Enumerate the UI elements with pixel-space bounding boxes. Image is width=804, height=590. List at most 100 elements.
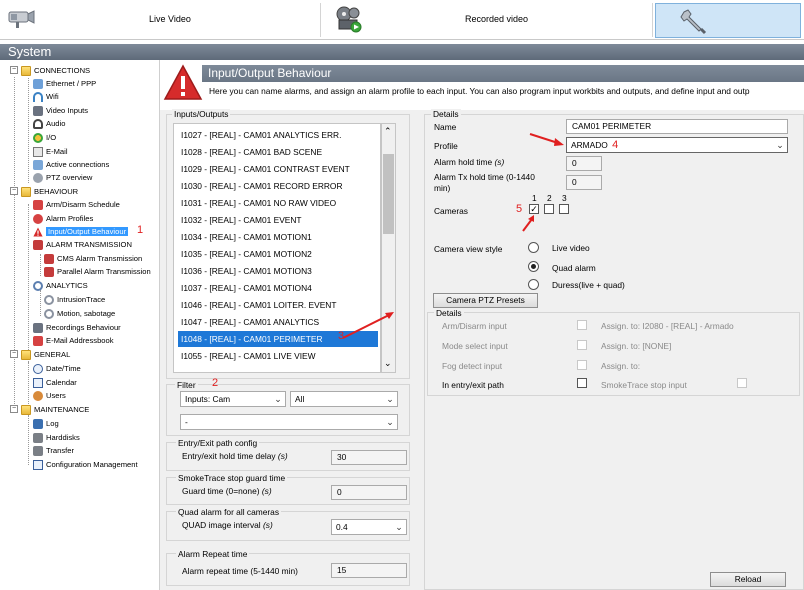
tree-node-date-time[interactable]: Date/Time [33, 362, 81, 375]
quad-interval-select[interactable]: 0.4 ⌄ [331, 519, 407, 535]
io-list-item[interactable]: I1032 - [REAL] - CAM01 EVENT [178, 212, 378, 228]
tree-node-audio[interactable]: Audio [33, 117, 65, 130]
filter-scope-select[interactable]: All ⌄ [290, 391, 398, 407]
tree-node-label: E-Mail Addressbook [46, 336, 114, 345]
io-list-item[interactable]: I1029 - [REAL] - CAM01 CONTRAST EVENT [178, 161, 378, 177]
repeat-label: Alarm repeat time (5-1440 min) [182, 566, 298, 576]
tree-node-label: Audio [46, 119, 66, 128]
tab-recorded-video[interactable]: Recorded video [321, 0, 651, 40]
tree-node-io[interactable]: I/O [33, 131, 56, 144]
expand-toggle-behaviour[interactable]: − [10, 187, 18, 195]
tree-node-general[interactable]: GENERAL [21, 348, 70, 361]
tree-node-label: Harddisks [46, 433, 80, 442]
transfer-icon [33, 445, 43, 456]
io-list-item[interactable]: I1028 - [REAL] - CAM01 BAD SCENE [178, 144, 378, 160]
tree-node-users[interactable]: Users [33, 389, 66, 402]
alarm-tx-input[interactable]: 0 [566, 175, 602, 190]
io-list-item[interactable]: I1030 - [REAL] - CAM01 RECORD ERROR [178, 178, 378, 194]
expand-toggle-general[interactable]: − [10, 350, 18, 358]
camera-number-3: 3 [562, 193, 567, 203]
tree-node-motion-sabotage[interactable]: Motion, sabotage [44, 307, 115, 320]
tree-node-recordings-behaviour[interactable]: Recordings Behaviour [33, 321, 121, 334]
ptz-icon [33, 172, 43, 183]
entry-exit-input[interactable]: 30 [331, 450, 407, 465]
tree-node-log[interactable]: Log [33, 417, 59, 430]
fog-detect-checkbox[interactable] [577, 360, 587, 370]
alarm-hold-input[interactable]: 0 [566, 156, 602, 171]
name-label: Name [434, 122, 457, 132]
tree-node-ethernet[interactable]: Ethernet / PPP [33, 77, 96, 90]
tree-node-alarm-transmission[interactable]: ALARM TRANSMISSION [33, 238, 132, 251]
tree-node-calendar[interactable]: Calendar [33, 376, 77, 389]
parallel-icon [44, 266, 54, 277]
headphones-icon [33, 118, 43, 129]
tree-node-behaviour[interactable]: BEHAVIOUR [21, 185, 78, 198]
annotation-number-1: 1 [137, 224, 144, 236]
tree-node-intrusiontrace[interactable]: IntrusionTrace [44, 293, 105, 306]
camera-3-checkbox[interactable] [559, 204, 569, 214]
tree-node-label: Transfer [46, 446, 74, 455]
tree-node-harddisks[interactable]: Harddisks [33, 431, 80, 444]
tree-node-io-behaviour[interactable]: Input/Output Behaviour [33, 225, 129, 238]
live-video-radio[interactable] [528, 242, 539, 253]
schedule-icon [33, 199, 43, 210]
scroll-thumb[interactable] [383, 154, 394, 234]
cms-icon [44, 253, 54, 264]
expand-toggle-maintenance[interactable]: − [10, 405, 18, 413]
io-list-item[interactable]: I1036 - [REAL] - CAM01 MOTION3 [178, 263, 378, 279]
repeat-input[interactable]: 15 [331, 563, 407, 578]
scroll-down-arrow[interactable]: ⌄ [384, 358, 392, 369]
analytics-icon [33, 280, 43, 291]
io-list-item[interactable]: I1034 - [REAL] - CAM01 MOTION1 [178, 229, 378, 245]
log-icon [33, 418, 43, 429]
io-list-item[interactable]: I1035 - [REAL] - CAM01 MOTION2 [178, 246, 378, 262]
scroll-up-arrow[interactable]: ⌃ [384, 126, 392, 137]
tree-node-email[interactable]: E-Mail [33, 145, 68, 158]
profile-select[interactable]: ARMADO 4 ⌄ [566, 137, 788, 153]
duress-radio[interactable] [528, 279, 539, 290]
io-list-item[interactable]: I1037 - [REAL] - CAM01 MOTION4 [178, 280, 378, 296]
io-list-item[interactable]: I1027 - [REAL] - CAM01 ANALYTICS ERR. [178, 127, 378, 143]
smoketrace-input[interactable]: 0 [331, 485, 407, 500]
tree-node-arm-disarm-schedule[interactable]: Arm/Disarm Schedule [33, 198, 120, 211]
tree-node-wifi[interactable]: Wifi [33, 90, 59, 103]
tree-node-alarm-profiles[interactable]: Alarm Profiles [33, 212, 93, 225]
arm-disarm-assign: Assign. to: I2080 - [REAL] - Armado [601, 321, 734, 331]
camera-2-checkbox[interactable] [544, 204, 554, 214]
camera-ptz-presets-button[interactable]: Camera PTZ Presets [433, 293, 538, 308]
tab-settings[interactable] [655, 3, 801, 38]
tree-node-parallel-alarm-transmission[interactable]: Parallel Alarm Transmission [44, 265, 151, 278]
tree-node-maintenance[interactable]: MAINTENANCE [21, 403, 89, 416]
tree-node-configuration-management[interactable]: Configuration Management [33, 458, 138, 471]
filter-sub-select[interactable]: - ⌄ [180, 414, 398, 430]
smoketrace-stop-checkbox[interactable] [737, 378, 747, 388]
tree-node-ptz-overview[interactable]: PTZ overview [33, 171, 92, 184]
tree-node-cms-alarm-transmission[interactable]: CMS Alarm Transmission [44, 252, 142, 265]
reload-button[interactable]: Reload [710, 572, 786, 587]
tree-node-label: CONNECTIONS [34, 66, 91, 75]
page-description: Here you can name alarms, and assign an … [209, 86, 750, 96]
video-input-icon [33, 105, 43, 116]
tree-node-email-addressbook[interactable]: E-Mail Addressbook [33, 334, 114, 347]
arm-disarm-checkbox[interactable] [577, 320, 587, 330]
tree-node-label: ANALYTICS [46, 281, 88, 290]
io-list-item[interactable]: I1031 - [REAL] - CAM01 NO RAW VIDEO [178, 195, 378, 211]
annotation-number-3: 3 [338, 330, 345, 342]
filter-title: Filter [175, 380, 198, 390]
io-list-item[interactable]: I1055 - [REAL] - CAM01 LIVE VIEW [178, 348, 378, 364]
warning-icon [33, 227, 43, 236]
entry-exit-path-checkbox[interactable] [577, 378, 587, 388]
name-input[interactable]: CAM01 PERIMETER [566, 119, 788, 134]
users-icon [33, 390, 43, 401]
expand-toggle-connections[interactable]: − [10, 66, 18, 74]
filter-type-select[interactable]: Inputs: Cam ⌄ [180, 391, 286, 407]
tree-node-transfer[interactable]: Transfer [33, 444, 74, 457]
tree-node-label: MAINTENANCE [34, 405, 90, 414]
tree-node-connections[interactable]: CONNECTIONS [21, 64, 90, 77]
tree-node-analytics[interactable]: ANALYTICS [33, 279, 88, 292]
tree-node-active-connections[interactable]: Active connections [33, 158, 109, 171]
tab-live-video[interactable]: Live Video [0, 0, 318, 40]
quad-alarm-radio[interactable] [528, 261, 539, 272]
tree-node-video-inputs[interactable]: Video Inputs [33, 104, 88, 117]
mode-select-checkbox[interactable] [577, 340, 587, 350]
